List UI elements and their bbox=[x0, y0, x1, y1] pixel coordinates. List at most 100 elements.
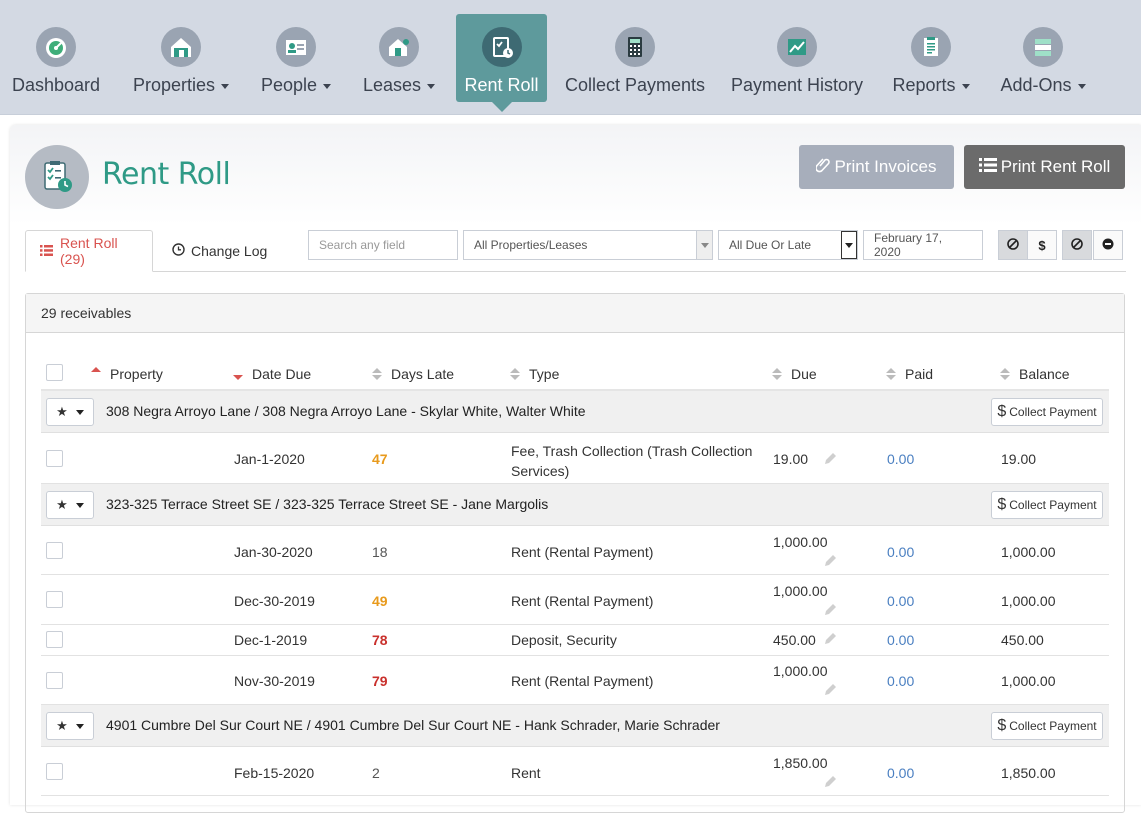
column-header-property[interactable]: Property bbox=[91, 366, 163, 382]
properties-select[interactable]: All Properties/Leases bbox=[463, 230, 713, 260]
row-checkbox[interactable] bbox=[46, 672, 63, 689]
date-value: February 17, 2020 bbox=[874, 231, 943, 259]
star-icon: ★ bbox=[56, 497, 68, 512]
column-header-due[interactable]: Due bbox=[772, 366, 817, 382]
tab-label: Change Log bbox=[191, 243, 268, 259]
column-label: Days Late bbox=[391, 366, 455, 382]
dollar-icon: $ bbox=[997, 717, 1007, 734]
nav-add-ons[interactable]: Add-Ons bbox=[996, 14, 1090, 102]
table-row: Nov-30-2019 79 Rent (Rental Payment) 1,0… bbox=[41, 656, 1109, 705]
sort-desc-icon bbox=[233, 374, 243, 380]
favorite-dropdown-button[interactable]: ★ bbox=[46, 491, 94, 519]
chevron-down-icon bbox=[696, 231, 712, 259]
print-invoices-label: Print Invoices bbox=[834, 157, 937, 176]
nav-properties[interactable]: Properties bbox=[128, 14, 234, 102]
tab-change-log[interactable]: Change Log bbox=[158, 230, 281, 272]
column-header-type[interactable]: Type bbox=[510, 366, 559, 382]
pencil-icon[interactable] bbox=[823, 554, 837, 573]
pencil-icon[interactable] bbox=[823, 452, 837, 471]
paid-link[interactable]: 0.00 bbox=[887, 544, 914, 560]
type-cell: Rent (Rental Payment) bbox=[511, 593, 654, 609]
history-icon bbox=[172, 243, 185, 259]
pencil-icon[interactable] bbox=[823, 683, 837, 702]
column-header-paid[interactable]: Paid bbox=[886, 366, 933, 382]
pencil-icon[interactable] bbox=[823, 603, 837, 622]
sort-icon bbox=[372, 368, 382, 380]
ban-filter-button[interactable] bbox=[1062, 230, 1092, 260]
row-checkbox[interactable] bbox=[46, 631, 63, 648]
property-group-title: 4901 Cumbre Del Sur Court NE / 4901 Cumb… bbox=[106, 717, 720, 733]
column-header-balance[interactable]: Balance bbox=[1000, 366, 1070, 382]
ban-icon bbox=[1007, 237, 1019, 253]
property-group-row: ★ 4901 Cumbre Del Sur Court NE / 4901 Cu… bbox=[41, 705, 1109, 747]
column-label: Paid bbox=[905, 366, 934, 382]
search-placeholder: Search any field bbox=[319, 238, 406, 252]
collect-payment-button[interactable]: $ Collect Payment bbox=[991, 491, 1103, 519]
minus-filter-button[interactable] bbox=[1093, 230, 1123, 260]
due-filter-select[interactable]: All Due Or Late bbox=[718, 230, 858, 260]
receivables-count: 29 receivables bbox=[41, 305, 132, 321]
row-checkbox[interactable] bbox=[46, 542, 63, 559]
row-checkbox[interactable] bbox=[46, 763, 63, 780]
pencil-icon[interactable] bbox=[823, 632, 837, 651]
row-checkbox[interactable] bbox=[46, 591, 63, 608]
row-checkbox[interactable] bbox=[46, 450, 63, 467]
collect-payment-label: Collect Payment bbox=[1009, 719, 1097, 733]
nav-collect-payments[interactable]: Collect Payments bbox=[565, 14, 705, 102]
ban-toggle-button[interactable] bbox=[998, 230, 1028, 260]
favorite-dropdown-button[interactable]: ★ bbox=[46, 398, 94, 426]
balance-cell: 19.00 bbox=[1001, 451, 1037, 467]
type-line: Fee, Trash Collection (Trash Collection bbox=[511, 443, 753, 459]
ban-icon bbox=[1071, 237, 1083, 253]
rent-roll-icon bbox=[25, 145, 89, 209]
line-chart-icon bbox=[777, 27, 817, 67]
search-input[interactable]: Search any field bbox=[308, 230, 458, 260]
paid-link[interactable]: 0.00 bbox=[887, 673, 914, 689]
dollar-icon: $ bbox=[997, 496, 1007, 513]
select-all-checkbox[interactable] bbox=[46, 364, 63, 381]
tab-divider bbox=[25, 271, 1126, 272]
tab-rent-roll[interactable]: Rent Roll (29) bbox=[25, 230, 153, 272]
nav-label: Payment History bbox=[730, 75, 864, 95]
caret-down-icon bbox=[1077, 84, 1086, 89]
nav-payment-history[interactable]: Payment History bbox=[728, 14, 866, 102]
nav-label: Leases bbox=[362, 75, 422, 95]
calculator-icon bbox=[615, 27, 655, 67]
table-row: Dec-30-2019 49 Rent (Rental Payment) 1,0… bbox=[41, 575, 1109, 625]
nav-reports[interactable]: Reports bbox=[888, 14, 974, 102]
caret-down-icon bbox=[961, 84, 970, 89]
column-header-days-late[interactable]: Days Late bbox=[372, 366, 454, 382]
sort-icon bbox=[886, 368, 896, 380]
nav-dashboard[interactable]: Dashboard bbox=[0, 14, 112, 102]
table-row: Feb-15-2020 2 Rent 1,850.00 0.00 1,850.0… bbox=[41, 747, 1109, 796]
stack-icon bbox=[1023, 27, 1063, 67]
favorite-dropdown-button[interactable]: ★ bbox=[46, 712, 94, 740]
type-cell: Rent (Rental Payment) bbox=[511, 544, 654, 560]
sort-asc-icon bbox=[91, 366, 101, 374]
pencil-icon[interactable] bbox=[823, 775, 837, 794]
paid-link[interactable]: 0.00 bbox=[887, 593, 914, 609]
date-field[interactable]: February 17, 2020 bbox=[863, 230, 983, 260]
sort-icon bbox=[1000, 368, 1010, 380]
nav-leases[interactable]: Leases bbox=[358, 14, 440, 102]
paid-link[interactable]: 0.00 bbox=[887, 632, 914, 648]
balance-cell: 1,000.00 bbox=[1001, 593, 1056, 609]
balance-cell: 1,850.00 bbox=[1001, 765, 1056, 781]
due-cell: 1,850.00 bbox=[773, 755, 828, 771]
caret-down-icon bbox=[221, 84, 230, 89]
print-rent-roll-button[interactable]: Print Rent Roll bbox=[964, 145, 1125, 189]
paid-link[interactable]: 0.00 bbox=[887, 451, 914, 467]
column-header-date-due[interactable]: Date Due bbox=[233, 366, 311, 382]
days-late-cell: 78 bbox=[372, 632, 388, 648]
collect-payment-button[interactable]: $ Collect Payment bbox=[991, 712, 1103, 740]
dollar-icon: $ bbox=[997, 403, 1007, 420]
nav-rent-roll[interactable]: Rent Roll bbox=[456, 14, 547, 112]
collect-payment-button[interactable]: $ Collect Payment bbox=[991, 398, 1103, 426]
properties-select-value: All Properties/Leases bbox=[474, 238, 588, 252]
nav-people[interactable]: People bbox=[256, 14, 336, 102]
nav-label: People bbox=[260, 75, 318, 95]
dollar-toggle-button[interactable]: $ bbox=[1027, 230, 1057, 260]
paid-link[interactable]: 0.00 bbox=[887, 765, 914, 781]
nav-label: Dashboard bbox=[11, 75, 101, 95]
print-invoices-button[interactable]: Print Invoices bbox=[799, 145, 954, 189]
